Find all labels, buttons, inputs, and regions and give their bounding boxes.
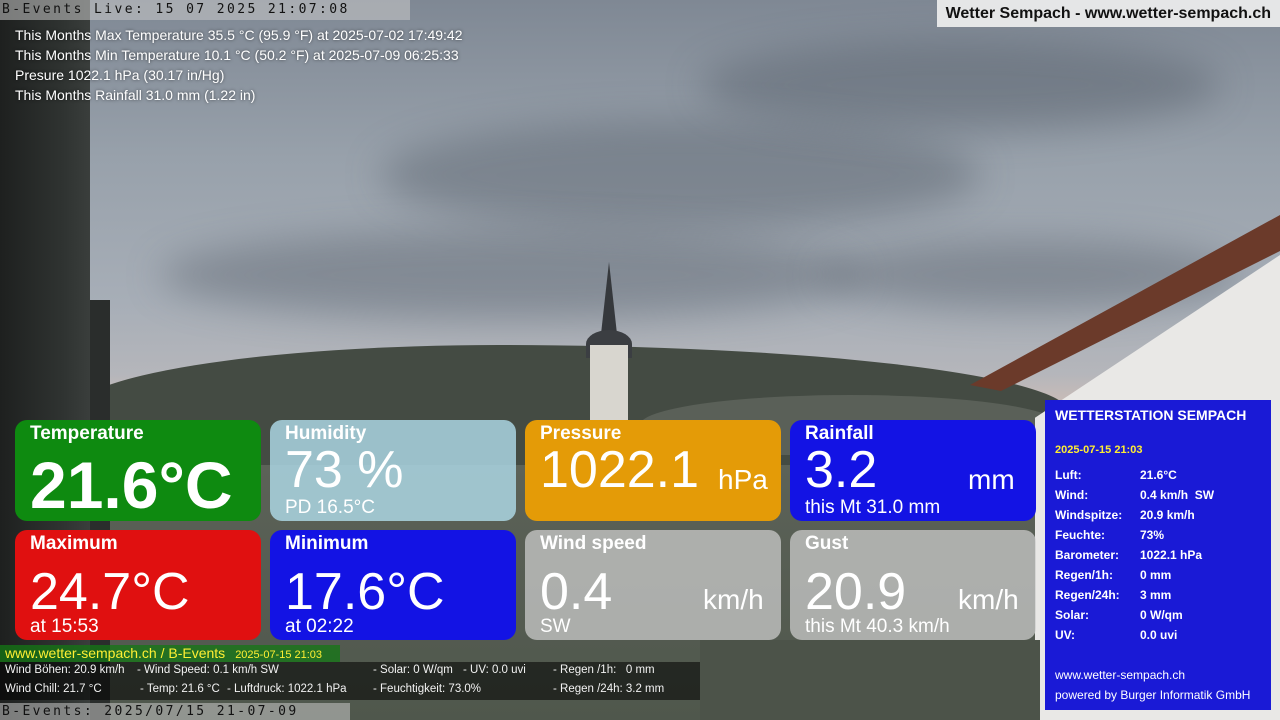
rainfall-tile: Rainfall 3.2 mm this Mt 31.0 mm <box>790 420 1036 521</box>
minimum-value: 17.6°C <box>285 563 445 621</box>
row-key: Wind: <box>1055 488 1089 502</box>
maximum-tile: Maximum 24.7°C at 15:53 <box>15 530 261 640</box>
station-row-rain-1h: Regen/1h: 0 mm <box>1055 568 1171 582</box>
cloud <box>700 40 1220 130</box>
rainfall-value: 3.2 <box>805 441 878 499</box>
row-key: Solar: <box>1055 608 1090 622</box>
humidity-value: 73 % <box>285 441 404 499</box>
row-value: 3 mm <box>1140 588 1172 602</box>
station-powered-by: powered by Burger Informatik GmbH <box>1055 688 1251 702</box>
row-value: 0 W/qm <box>1140 608 1183 622</box>
ticker-uv: - UV: 0.0 uvi <box>463 664 526 676</box>
wind-direction: SW <box>540 616 571 637</box>
tile-label: Maximum <box>30 533 118 554</box>
wind-speed-value: 0.4 <box>540 563 613 621</box>
rainfall-month: this Mt 31.0 mm <box>805 497 941 518</box>
row-value: 1022.1 hPa <box>1140 548 1203 562</box>
row-key: Windspitze: <box>1055 508 1123 522</box>
month-rainfall: This Months Rainfall 31.0 mm (1.22 in) <box>15 87 256 103</box>
row-key: Regen/24h: <box>1055 588 1120 602</box>
row-value: 73% <box>1140 528 1165 542</box>
wind-speed-unit: km/h <box>703 584 764 615</box>
bottom-timestamp: B-Events: 2025/07/15 21-07-09 <box>0 703 350 720</box>
live-timestamp: B-Events Live: 15 07 2025 21:07:08 <box>0 0 410 20</box>
cloud <box>160 230 860 320</box>
ground <box>700 640 1040 720</box>
row-value: 21.6°C <box>1140 468 1177 482</box>
temperature-value: 21.6°C <box>30 448 233 521</box>
gust-tile: Gust 20.9 km/h this Mt 40.3 km/h <box>790 530 1036 640</box>
row-key: Barometer: <box>1055 548 1120 562</box>
station-row-rain-24h: Regen/24h: 3 mm <box>1055 588 1171 602</box>
tile-label: Wind speed <box>540 533 647 554</box>
ticker-rain-1h: - Regen /1h: 0 mm <box>553 664 655 676</box>
ticker-wind-speed: - Wind Speed: 0.1 km/h SW <box>137 664 279 676</box>
row-key: Regen/1h: <box>1055 568 1114 582</box>
wind-speed-tile: Wind speed 0.4 km/h SW <box>525 530 781 640</box>
ticker-pressure: - Luftdruck: 1022.1 hPa <box>227 683 347 695</box>
ticker-site-line: www.wetter-sempach.ch / B-Events 2025-07-… <box>0 645 340 662</box>
month-min-temp: This Months Min Temperature 10.1 °C (50.… <box>15 47 459 63</box>
maximum-value: 24.7°C <box>30 563 190 621</box>
station-date: 2025-07-15 21:03 <box>1055 444 1143 456</box>
row-value: 0.4 km/h SW <box>1140 488 1215 502</box>
church-spire <box>601 262 617 334</box>
church-tower <box>590 345 628 425</box>
ticker-temp: - Temp: 21.6 °C <box>140 683 220 695</box>
station-row-air: Luft: 21.6°C <box>1055 468 1177 482</box>
tile-label: Minimum <box>285 533 369 554</box>
station-title: WETTERSTATION SEMPACH <box>1055 407 1247 423</box>
station-row-gust: Windspitze: 20.9 km/h <box>1055 508 1195 522</box>
rainfall-unit: mm <box>968 464 1015 495</box>
ticker-humidity: - Feuchtigkeit: 73.0% <box>373 683 482 695</box>
pressure-tile: Pressure 1022.1 hPa <box>525 420 781 521</box>
temperature-tile: Temperature 21.6°C <box>15 420 261 521</box>
ticker-wind-gusts: Wind Böhen: 20.9 km/h <box>5 664 125 676</box>
station-row-uv: UV: 0.0 uvi <box>1055 628 1177 642</box>
station-panel: WETTERSTATION SEMPACH 2025-07-15 21:03 L… <box>1045 400 1271 710</box>
row-key: Luft: <box>1055 468 1082 482</box>
station-row-barometer: Barometer: 1022.1 hPa <box>1055 548 1202 562</box>
row-key: Feuchte: <box>1055 528 1106 542</box>
gust-month: this Mt 40.3 km/h <box>805 616 950 637</box>
dew-point: PD 16.5°C <box>285 497 375 518</box>
gust-unit: km/h <box>958 584 1019 615</box>
row-value: 0 mm <box>1140 568 1172 582</box>
maximum-time: at 15:53 <box>30 616 99 637</box>
row-key: UV: <box>1055 628 1076 642</box>
station-row-humidity: Feuchte: 73% <box>1055 528 1164 542</box>
pressure-unit: hPa <box>718 464 768 495</box>
station-row-solar: Solar: 0 W/qm <box>1055 608 1183 622</box>
month-max-temp: This Months Max Temperature 35.5 °C (95.… <box>15 27 463 43</box>
tile-label: Gust <box>805 533 849 554</box>
minimum-tile: Minimum 17.6°C at 02:22 <box>270 530 516 640</box>
ticker-rain-24h: - Regen /24h: 3.2 mm <box>553 683 665 695</box>
month-stats: This Months Max Temperature 35.5 °C (95.… <box>15 25 463 105</box>
ticker-date: 2025-07-15 21:03 <box>235 649 323 661</box>
gust-value: 20.9 <box>805 563 907 621</box>
minimum-time: at 02:22 <box>285 616 354 637</box>
tile-label: Temperature <box>30 423 144 444</box>
weather-ticker: Wind Böhen: 20.9 km/h - Wind Speed: 0.1 … <box>0 662 700 700</box>
pressure-line: Presure 1022.1 hPa (30.17 in/Hg) <box>15 67 225 83</box>
pressure-value: 1022.1 <box>540 441 700 499</box>
row-value: 20.9 km/h <box>1140 508 1195 522</box>
ticker-wind-chill: Wind Chill: 21.7 °C <box>5 683 102 695</box>
humidity-tile: Humidity 73 % PD 16.5°C <box>270 420 516 521</box>
ticker-solar: - Solar: 0 W/qm <box>373 664 453 676</box>
ticker-site[interactable]: www.wetter-sempach.ch / B-Events <box>5 645 225 661</box>
site-title: Wetter Sempach - www.wetter-sempach.ch <box>936 0 1280 27</box>
station-row-wind: Wind: 0.4 km/h SW <box>1055 488 1214 502</box>
cloud <box>380 120 980 230</box>
station-url[interactable]: www.wetter-sempach.ch <box>1055 668 1185 682</box>
row-value: 0.0 uvi <box>1140 628 1178 642</box>
